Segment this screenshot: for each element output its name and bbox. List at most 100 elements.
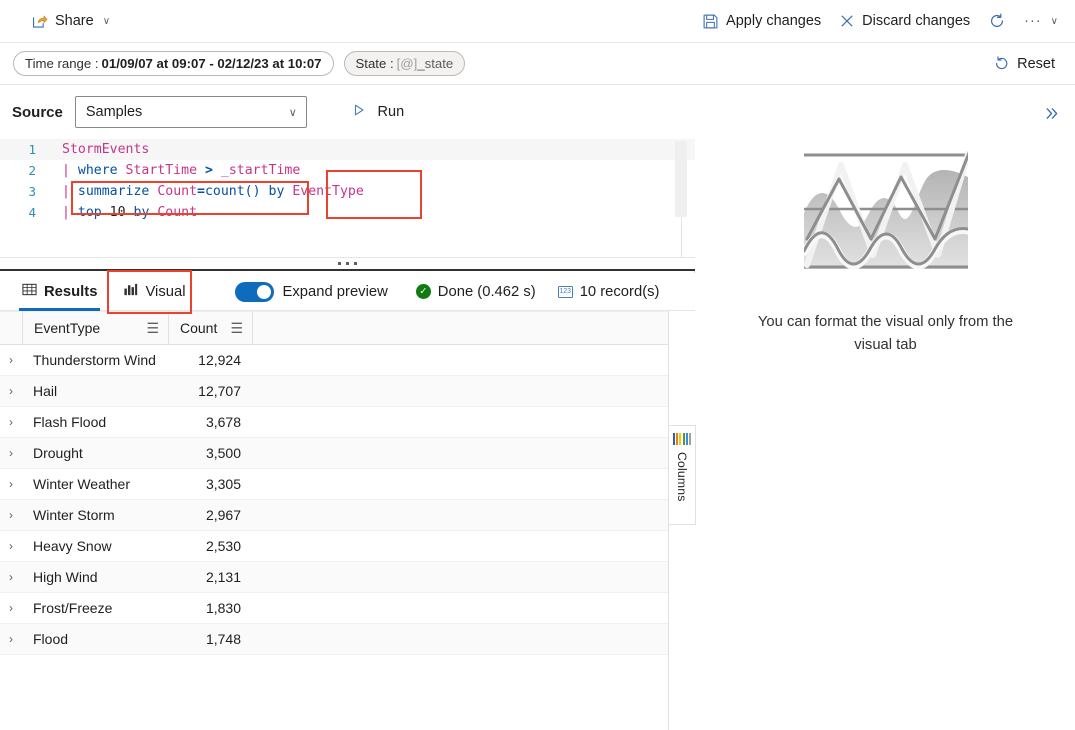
drag-handle-dots-icon bbox=[338, 262, 357, 265]
tab-results[interactable]: Results bbox=[9, 273, 110, 311]
row-expand-chevron-icon[interactable]: › bbox=[0, 345, 22, 376]
chevron-down-icon: ∨ bbox=[288, 106, 297, 119]
run-label: Run bbox=[377, 104, 405, 120]
editor-scrollbar-track[interactable] bbox=[675, 139, 687, 257]
source-dropdown-value: Samples bbox=[85, 104, 143, 120]
reset-button[interactable]: Reset bbox=[987, 49, 1061, 79]
cell-eventtype: High Wind bbox=[33, 569, 98, 585]
toggle-knob bbox=[256, 284, 271, 299]
table-row[interactable]: › Flood 1,748 bbox=[0, 624, 668, 655]
row-expand-chevron-icon[interactable]: › bbox=[0, 500, 22, 531]
columns-icon-bar bbox=[682, 433, 685, 445]
row-expand-chevron-icon[interactable]: › bbox=[0, 438, 22, 469]
columns-icon-bar bbox=[685, 433, 688, 445]
code-line[interactable]: 2 | where StartTime > _startTime bbox=[0, 160, 695, 181]
state-pill[interactable]: State : [@] _state bbox=[343, 51, 466, 76]
more-options-button[interactable]: ··· ∨ bbox=[1015, 5, 1067, 37]
success-check-icon: ✓ bbox=[415, 284, 431, 299]
state-value: _state bbox=[417, 56, 454, 71]
query-status: ✓ Done (0.462 s) bbox=[415, 283, 536, 300]
code-text: | summarize Count=count() by EventType bbox=[62, 181, 364, 202]
code-lines[interactable]: 1 StormEvents 2 | where StartTime > _startT… bbox=[0, 139, 695, 223]
command-bar-right-group: Apply changes Discard changes ··· ∨ bbox=[693, 5, 1067, 37]
code-line[interactable]: 3 | summarize Count=count() by EventType bbox=[0, 181, 695, 202]
cell-eventtype: Heavy Snow bbox=[33, 538, 112, 554]
apply-changes-button[interactable]: Apply changes bbox=[693, 5, 830, 37]
bar-chart-icon bbox=[123, 282, 138, 301]
grid-header-count[interactable]: Count ☰ bbox=[168, 311, 252, 345]
cell-count: 2,530 bbox=[205, 538, 241, 554]
cell-count: 2,967 bbox=[205, 507, 241, 523]
table-row[interactable]: › Hail 12,707 bbox=[0, 376, 668, 407]
ellipsis-icon: ··· bbox=[1024, 13, 1042, 29]
row-expand-chevron-icon[interactable]: › bbox=[0, 407, 22, 438]
columns-icon-bar bbox=[672, 433, 675, 445]
cell-eventtype: Winter Storm bbox=[33, 507, 115, 523]
code-text: StormEvents bbox=[62, 139, 149, 160]
query-status-label: Done (0.462 s) bbox=[437, 283, 536, 300]
grid-header-count-label: Count bbox=[180, 320, 218, 336]
double-chevron-right-icon[interactable] bbox=[1037, 99, 1065, 127]
results-grid: EventType ☰ Count ☰ › Thunderstorm Wind 12… bbox=[0, 311, 668, 730]
expand-preview-toggle[interactable] bbox=[234, 281, 274, 302]
code-token: by bbox=[268, 184, 285, 199]
columns-icon bbox=[672, 433, 692, 445]
code-line[interactable]: 1 StormEvents bbox=[0, 139, 695, 160]
cell-count: 12,924 bbox=[198, 352, 241, 368]
share-button[interactable]: Share ∨ bbox=[22, 5, 119, 37]
table-row[interactable]: › Frost/Freeze 1,830 bbox=[0, 593, 668, 624]
cell-eventtype: Winter Weather bbox=[33, 476, 130, 492]
code-token: top bbox=[77, 205, 102, 220]
filter-pill-group: Time range : 01/09/07 at 09:07 - 02/12/2… bbox=[13, 51, 466, 76]
columns-icon-bar bbox=[679, 433, 682, 445]
cell-count: 1,830 bbox=[205, 600, 241, 616]
row-expand-chevron-icon[interactable]: › bbox=[0, 531, 22, 562]
row-expand-chevron-icon[interactable]: › bbox=[0, 562, 22, 593]
table-row[interactable]: › Thunderstorm Wind 12,924 bbox=[0, 345, 668, 376]
grid-header-eventtype-label: EventType bbox=[34, 320, 101, 336]
row-expand-chevron-icon[interactable]: › bbox=[0, 593, 22, 624]
columns-tab[interactable]: Columns bbox=[669, 425, 696, 525]
visual-empty-state: You can format the visual only from the … bbox=[696, 147, 1075, 357]
columns-icon-bar bbox=[689, 433, 692, 445]
table-row[interactable]: › High Wind 2,131 bbox=[0, 562, 668, 593]
command-bar: Share ∨ Apply changes Discard changes ··… bbox=[0, 0, 1075, 43]
run-button[interactable]: Run bbox=[334, 96, 421, 128]
cell-count: 3,305 bbox=[205, 476, 241, 492]
cell-eventtype: Drought bbox=[33, 445, 83, 461]
column-menu-icon[interactable]: ☰ bbox=[146, 321, 159, 335]
editor-scrollbar-thumb[interactable] bbox=[675, 141, 687, 217]
discard-changes-button[interactable]: Discard changes bbox=[830, 5, 979, 37]
source-label: Source bbox=[12, 103, 63, 121]
table-row[interactable]: › Winter Storm 2,967 bbox=[0, 500, 668, 531]
row-expand-chevron-icon[interactable]: › bbox=[0, 376, 22, 407]
time-range-value: 01/09/07 at 09:07 - 02/12/23 at 10:07 bbox=[101, 56, 322, 71]
table-row[interactable]: › Winter Weather 3,305 bbox=[0, 469, 668, 500]
row-expand-chevron-icon[interactable]: › bbox=[0, 624, 22, 655]
code-token: where bbox=[77, 163, 118, 178]
grid-header-eventtype[interactable]: EventType ☰ bbox=[22, 311, 168, 345]
tab-visual[interactable]: Visual bbox=[110, 273, 198, 311]
pane-splitter[interactable] bbox=[0, 257, 695, 271]
code-line[interactable]: 4 | top 10 by Count bbox=[0, 202, 695, 223]
source-dropdown[interactable]: Samples ∨ bbox=[74, 96, 307, 128]
table-row[interactable]: › Heavy Snow 2,530 bbox=[0, 531, 668, 562]
time-range-pill[interactable]: Time range : 01/09/07 at 09:07 - 02/12/2… bbox=[13, 51, 334, 76]
refresh-button[interactable] bbox=[979, 5, 1015, 37]
table-grid-icon bbox=[22, 282, 37, 301]
line-number: 4 bbox=[28, 205, 36, 220]
table-row[interactable]: › Drought 3,500 bbox=[0, 438, 668, 469]
code-text: | where StartTime > _startTime bbox=[62, 160, 300, 181]
query-editor[interactable]: 1 StormEvents 2 | where StartTime > _startT… bbox=[0, 139, 695, 257]
code-token: Count bbox=[157, 205, 198, 220]
save-icon bbox=[702, 13, 719, 30]
code-token: count() bbox=[204, 184, 261, 199]
column-menu-icon[interactable]: ☰ bbox=[230, 321, 243, 335]
cell-count: 3,678 bbox=[205, 414, 241, 430]
code-token: _startTime bbox=[220, 163, 301, 178]
table-row[interactable]: › Flash Flood 3,678 bbox=[0, 407, 668, 438]
row-expand-chevron-icon[interactable]: › bbox=[0, 469, 22, 500]
